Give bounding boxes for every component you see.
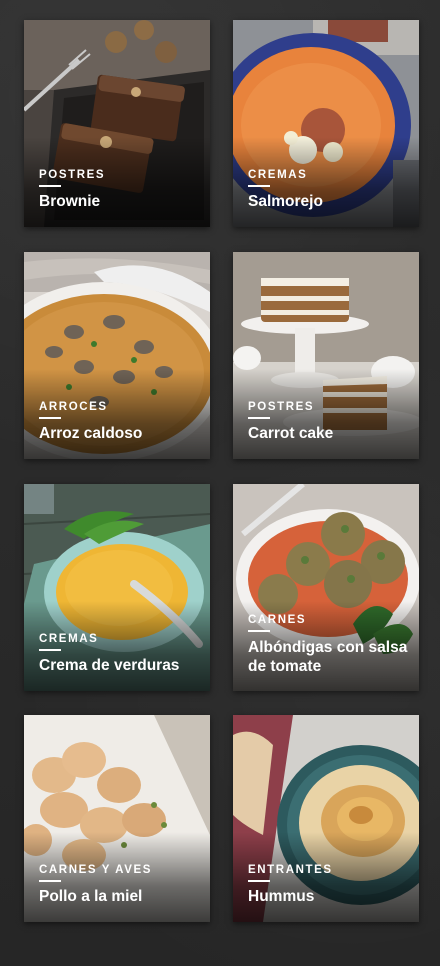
category-underline [248,880,270,882]
recipe-title: Pollo a la miel [39,888,143,905]
category-underline [248,185,270,187]
recipe-category: CARNES Y AVES [39,864,153,876]
recipe-title: Salmorejo [248,193,323,210]
recipe-title: Brownie [39,193,101,210]
recipe-card-arroz-caldoso[interactable]: ARROCES Arroz caldoso [24,252,210,459]
recipe-category: CARNES [248,614,307,626]
recipe-title: Crema de verduras [39,657,180,674]
recipe-title: Arroz caldoso [39,425,143,442]
recipe-grid: POSTRES Brownie CREMAS Salmorejo ARROCES… [0,0,440,966]
caption-gradient [233,137,419,227]
category-underline [39,417,61,419]
recipe-card-hummus[interactable]: ENTRANTES Hummus [233,715,419,922]
recipe-card-crema-de-verduras[interactable]: CREMAS Crema de verduras [24,484,210,691]
recipe-card-brownie[interactable]: POSTRES Brownie [24,20,210,227]
recipe-card-albondigas[interactable]: CARNES Albóndigas con salsa de tomate [233,484,419,691]
caption-gradient [24,832,210,922]
recipe-title: Carrot cake [248,425,334,442]
recipe-card-salmorejo[interactable]: CREMAS Salmorejo [233,20,419,227]
category-underline [39,880,61,882]
category-underline [248,630,270,632]
recipe-category: CREMAS [248,169,308,181]
caption-gradient [233,369,419,459]
caption-gradient [24,369,210,459]
category-underline [39,185,61,187]
recipe-title: Albóndigas con salsa de tomate [248,639,408,675]
recipe-category: POSTRES [39,169,106,181]
recipe-category: CREMAS [39,633,99,645]
recipe-category: POSTRES [248,401,315,413]
caption-gradient [24,601,210,691]
recipe-card-carrot-cake[interactable]: POSTRES Carrot cake [233,252,419,459]
category-underline [248,417,270,419]
recipe-title: Hummus [248,888,315,905]
category-underline [39,649,61,651]
recipe-card-pollo-a-la-miel[interactable]: CARNES Y AVES Pollo a la miel [24,715,210,922]
recipe-category: ARROCES [39,401,108,413]
caption-gradient [233,832,419,922]
caption-gradient [24,137,210,227]
recipe-category: ENTRANTES [248,864,333,876]
